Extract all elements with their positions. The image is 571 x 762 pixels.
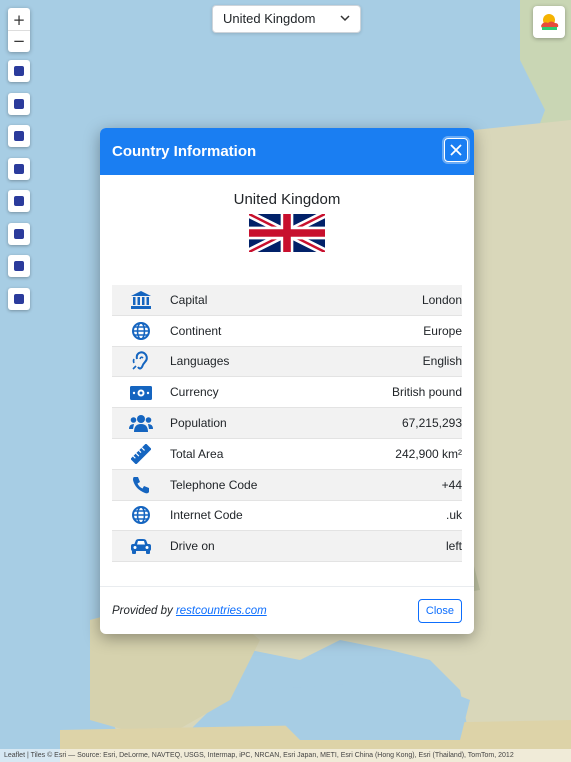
row-value: English [332,346,462,378]
map-attribution: Leaflet | Tiles © Esri — Source: Esri, D… [0,749,571,762]
zoom-control: + − [8,8,30,52]
row-label: Population [170,407,333,439]
earth-icon [14,293,24,304]
globe-icon [112,500,170,532]
country-name: United Kingdom [233,191,341,208]
row-label: Drive on [170,530,333,563]
camera-button[interactable] [8,125,30,147]
map-button-bar [8,60,30,320]
row-value: Europe [332,315,462,347]
plane-icon [14,163,24,174]
car-icon [112,530,170,563]
country-info-table: Capital London Continent Europe Language… [112,285,462,563]
modal-footer: Provided by restcountries.com Close [100,586,474,634]
flag-image [249,214,325,252]
earth-button[interactable] [8,287,30,310]
row-label: Capital [170,285,333,316]
star-icon [14,66,24,76]
phone-icon [112,469,170,501]
camera-icon [14,131,24,141]
row-value: .uk [332,500,462,532]
chevron-down-icon [340,6,350,41]
film-icon [14,228,24,239]
table-row: Currency British pound [112,376,462,409]
info-icon [14,98,24,109]
users-icon [112,407,170,439]
landmark-button[interactable] [8,255,30,277]
row-value: 242,900 km² [332,438,462,470]
zoom-in-button[interactable]: + [8,10,30,30]
country-select-value: United Kingdom [223,11,316,26]
modal-title: Country Information [112,143,257,160]
film-button[interactable] [8,222,30,245]
row-value: +44 [332,469,462,501]
close-icon[interactable] [444,138,468,162]
country-select[interactable]: United Kingdom [212,5,361,33]
news-icon [14,196,24,206]
modal-header: Country Information [100,128,474,175]
row-label: Currency [170,376,333,409]
star-button[interactable] [8,60,30,82]
info-button[interactable] [8,92,30,115]
table-row: Drive on left [112,530,462,563]
table-row: Population 67,215,293 [112,407,462,439]
ear-icon [112,346,170,378]
globe-icon [112,315,170,347]
money-bill-icon [112,376,170,409]
zoom-out-button[interactable]: − [8,29,30,51]
news-button[interactable] [8,190,30,212]
restcountries-link[interactable]: restcountries.com [176,605,267,617]
row-label: Total Area [170,438,333,470]
table-row: Languages English [112,346,462,378]
row-value: London [332,285,462,316]
table-row: Telephone Code +44 [112,469,462,501]
country-info-modal: Country Information United Kingdom Capit… [100,128,474,634]
landmark-icon [112,285,170,316]
row-value: British pound [332,376,462,409]
plane-button[interactable] [8,157,30,180]
ruler-icon [112,438,170,470]
table-row: Capital London [112,285,462,316]
row-label: Internet Code [170,500,333,532]
table-row: Internet Code .uk [112,500,462,532]
row-label: Languages [170,346,333,378]
weather-button[interactable] [533,6,565,38]
row-label: Continent [170,315,333,347]
table-row: Continent Europe [112,315,462,347]
table-row: Total Area 242,900 km² [112,438,462,470]
provided-by: Provided by restcountries.com [112,605,267,617]
row-value: 67,215,293 [332,407,462,439]
row-label: Telephone Code [170,469,333,501]
row-value: left [332,530,462,563]
landmark-icon [14,261,24,271]
close-button[interactable]: Close [417,598,462,623]
weather-icon [541,14,559,30]
provided-prefix: Provided by [112,604,176,617]
